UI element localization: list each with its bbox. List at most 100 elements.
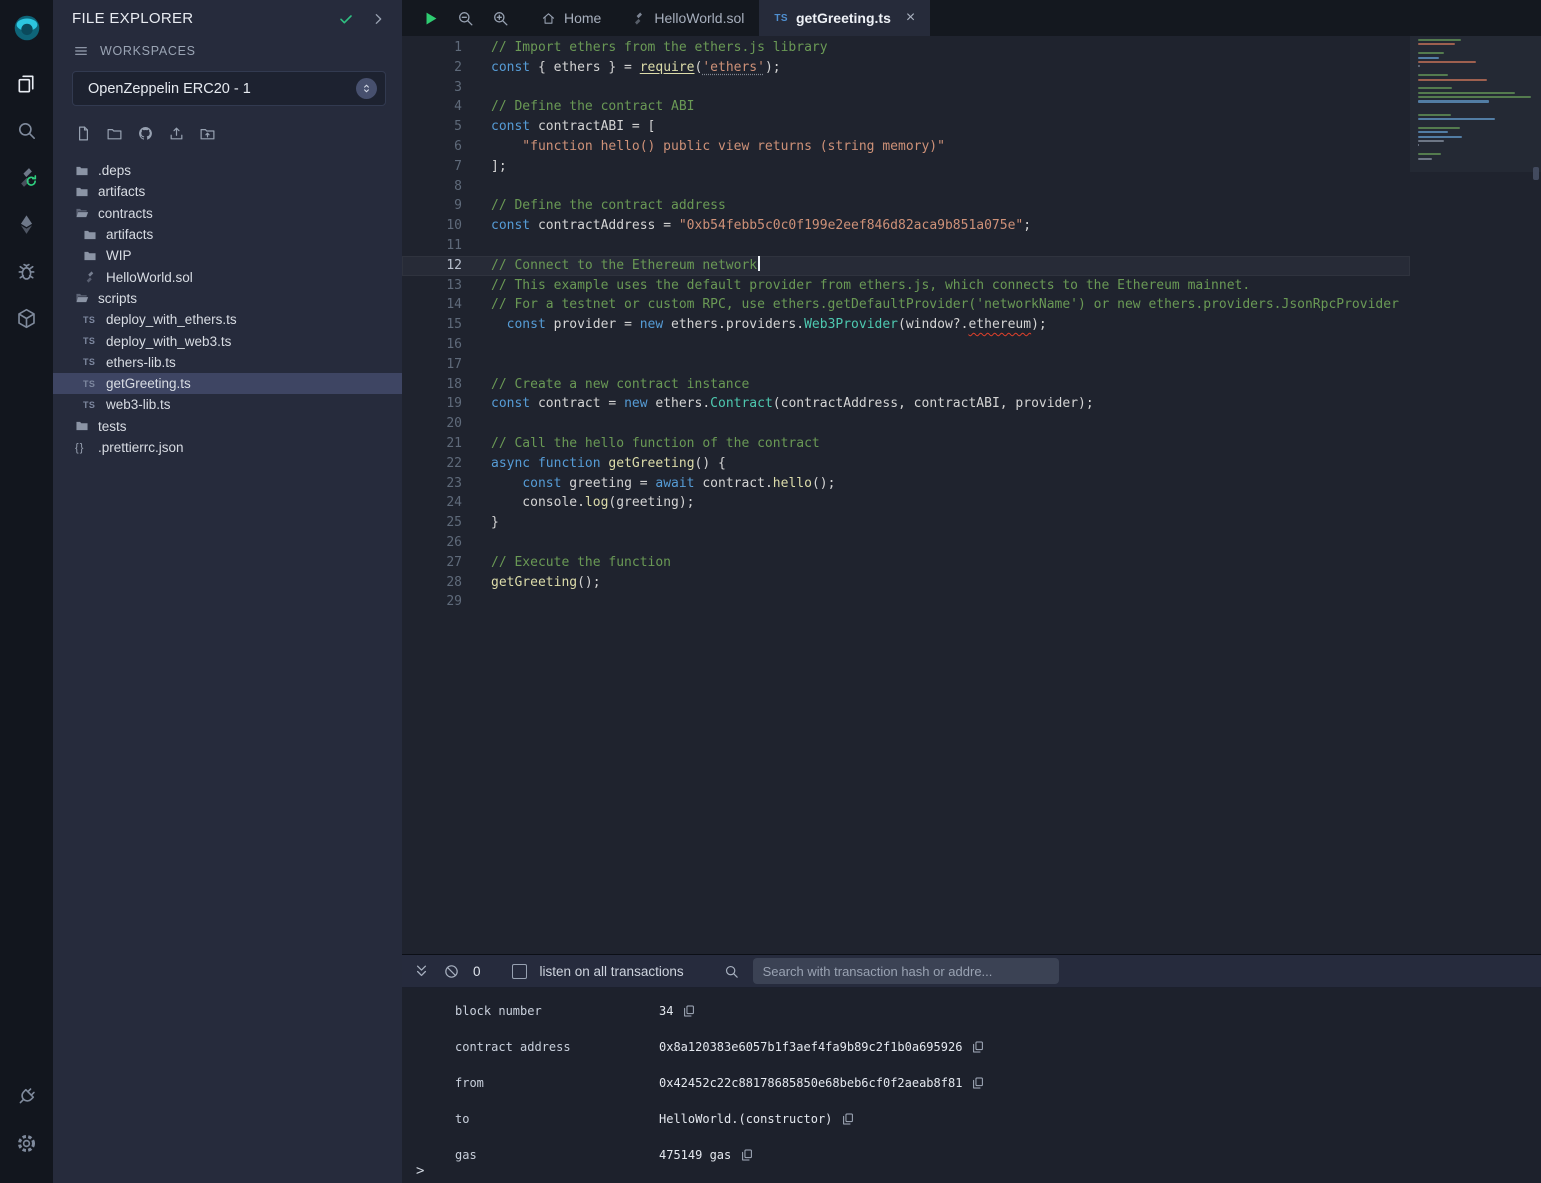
- tree-item-getgreeting-ts[interactable]: TSgetGreeting.ts: [53, 373, 402, 394]
- code-line[interactable]: 28getGreeting();: [402, 573, 1410, 593]
- tree-item-tests[interactable]: tests: [53, 416, 402, 437]
- search-icon[interactable]: [10, 113, 44, 147]
- code-line[interactable]: 15 const provider = new ethers.providers…: [402, 315, 1410, 335]
- terminal-search-input[interactable]: [753, 958, 1059, 984]
- code-line[interactable]: 1// Import ethers from the ethers.js lib…: [402, 38, 1410, 58]
- clear-console-icon[interactable]: [443, 963, 460, 980]
- run-script-icon[interactable]: [420, 8, 440, 28]
- listen-checkbox[interactable]: [512, 964, 527, 979]
- editor-tabbar: HomeHelloWorld.solTSgetGreeting.ts×: [402, 0, 1541, 36]
- tree-item-artifacts[interactable]: artifacts: [53, 181, 402, 202]
- copy-icon[interactable]: [971, 1076, 985, 1090]
- code-line[interactable]: 17: [402, 355, 1410, 375]
- code-line[interactable]: 10const contractAddress = "0xb54febb5c0c…: [402, 216, 1410, 236]
- plugins-icon[interactable]: [10, 301, 44, 335]
- code-line[interactable]: 23 const greeting = await contract.hello…: [402, 474, 1410, 494]
- typescript-icon: TS: [83, 400, 98, 410]
- copy-icon[interactable]: [740, 1148, 754, 1162]
- code-editor[interactable]: 1// Import ethers from the ethers.js lib…: [402, 36, 1541, 954]
- line-number: 22: [402, 454, 462, 474]
- code-line[interactable]: 29: [402, 592, 1410, 612]
- chevrons-down-icon[interactable]: [413, 963, 430, 980]
- deploy-and-run-icon[interactable]: [10, 207, 44, 241]
- debugger-icon[interactable]: [10, 254, 44, 288]
- line-number: 7: [402, 157, 462, 177]
- github-icon[interactable]: [136, 124, 155, 143]
- check-icon[interactable]: [338, 11, 354, 27]
- tree-item-deps[interactable]: .deps: [53, 160, 402, 181]
- zoom-out-icon[interactable]: [455, 8, 475, 28]
- code-line[interactable]: 18// Create a new contract instance: [402, 375, 1410, 395]
- code-line[interactable]: 5const contractABI = [: [402, 117, 1410, 137]
- remix-logo-icon[interactable]: [10, 8, 44, 48]
- file-tree: .depsartifactscontractsartifactsWIPHello…: [53, 153, 402, 1183]
- tab-getgreeting-ts[interactable]: TSgetGreeting.ts×: [759, 0, 930, 36]
- tree-item-contracts[interactable]: contracts: [53, 203, 402, 224]
- updown-icon[interactable]: [356, 78, 377, 99]
- code-line[interactable]: 14// For a testnet or custom RPC, use et…: [402, 295, 1410, 315]
- copy-icon[interactable]: [971, 1040, 985, 1054]
- tree-item-scripts[interactable]: scripts: [53, 288, 402, 309]
- file-name: .prettierrc.json: [98, 440, 184, 455]
- file-explorer-icon[interactable]: [10, 66, 44, 100]
- code-line[interactable]: 9// Define the contract address: [402, 196, 1410, 216]
- load-folder-icon[interactable]: [198, 124, 217, 143]
- code-area[interactable]: 1// Import ethers from the ethers.js lib…: [402, 38, 1410, 954]
- code-line[interactable]: 16: [402, 335, 1410, 355]
- tree-item-ethers-lib-ts[interactable]: TSethers-lib.ts: [53, 352, 402, 373]
- close-icon[interactable]: ×: [906, 10, 915, 26]
- menu-icon[interactable]: [73, 43, 89, 59]
- minimap[interactable]: [1418, 39, 1531, 166]
- activity-bar: [0, 0, 53, 1183]
- tree-item-web3-lib-ts[interactable]: TSweb3-lib.ts: [53, 394, 402, 415]
- code-line[interactable]: 22async function getGreeting() {: [402, 454, 1410, 474]
- code-line[interactable]: 6 "function hello() public view returns …: [402, 137, 1410, 157]
- tx-field-value: HelloWorld.(constructor): [659, 1112, 832, 1126]
- code-line[interactable]: 26: [402, 533, 1410, 553]
- tree-item-deploy-with-ethers-ts[interactable]: TSdeploy_with_ethers.ts: [53, 309, 402, 330]
- code-line[interactable]: 7];: [402, 157, 1410, 177]
- code-line[interactable]: 20: [402, 414, 1410, 434]
- tab-helloworld-sol[interactable]: HelloWorld.sol: [616, 0, 759, 36]
- folder-icon: [75, 164, 90, 178]
- code-line[interactable]: 3: [402, 78, 1410, 98]
- code-line[interactable]: 11: [402, 236, 1410, 256]
- copy-icon[interactable]: [841, 1112, 855, 1126]
- line-number: 13: [402, 276, 462, 296]
- new-file-icon[interactable]: [74, 124, 93, 143]
- publish-icon[interactable]: [167, 124, 186, 143]
- copy-icon[interactable]: [682, 1004, 696, 1018]
- code-line[interactable]: 21// Call the hello function of the cont…: [402, 434, 1410, 454]
- new-folder-icon[interactable]: [105, 124, 124, 143]
- tree-item-wip[interactable]: WIP: [53, 245, 402, 266]
- line-number: 16: [402, 335, 462, 355]
- tab-home[interactable]: Home: [526, 0, 616, 36]
- code-line[interactable]: 13// This example uses the default provi…: [402, 276, 1410, 296]
- file-name: deploy_with_web3.ts: [106, 334, 231, 349]
- tx-field-label: contract address: [455, 1040, 659, 1054]
- code-line[interactable]: 19const contract = new ethers.Contract(c…: [402, 394, 1410, 414]
- scrollbar-thumb[interactable]: [1533, 167, 1539, 180]
- tree-item-prettierrc-json[interactable]: { }.prettierrc.json: [53, 437, 402, 458]
- plugin-manager-icon[interactable]: [10, 1079, 44, 1113]
- typescript-icon: TS: [83, 336, 98, 346]
- code-line[interactable]: 4// Define the contract ABI: [402, 97, 1410, 117]
- tree-item-artifacts[interactable]: artifacts: [53, 224, 402, 245]
- line-number: 17: [402, 355, 462, 375]
- solidity-compiler-icon[interactable]: [10, 160, 44, 194]
- code-line[interactable]: 27// Execute the function: [402, 553, 1410, 573]
- code-line[interactable]: 24 console.log(greeting);: [402, 493, 1410, 513]
- tree-item-helloworld-sol[interactable]: HelloWorld.sol: [53, 266, 402, 287]
- workspace-select[interactable]: OpenZeppelin ERC20 - 1: [72, 71, 386, 106]
- tree-item-deploy-with-web3-ts[interactable]: TS deploy_with_web3.ts: [53, 330, 402, 351]
- code-line[interactable]: 12// Connect to the Ethereum network: [402, 256, 1410, 276]
- line-number: 12: [402, 256, 462, 276]
- settings-icon[interactable]: [10, 1126, 44, 1160]
- zoom-in-icon[interactable]: [490, 8, 510, 28]
- tab-strip: HomeHelloWorld.solTSgetGreeting.ts×: [526, 0, 930, 36]
- chevron-right-icon[interactable]: [370, 11, 386, 27]
- code-line[interactable]: 2const { ethers } = require('ethers');: [402, 58, 1410, 78]
- code-line[interactable]: 25}: [402, 513, 1410, 533]
- code-line[interactable]: 8: [402, 177, 1410, 197]
- terminal-prompt[interactable]: >: [416, 1163, 424, 1179]
